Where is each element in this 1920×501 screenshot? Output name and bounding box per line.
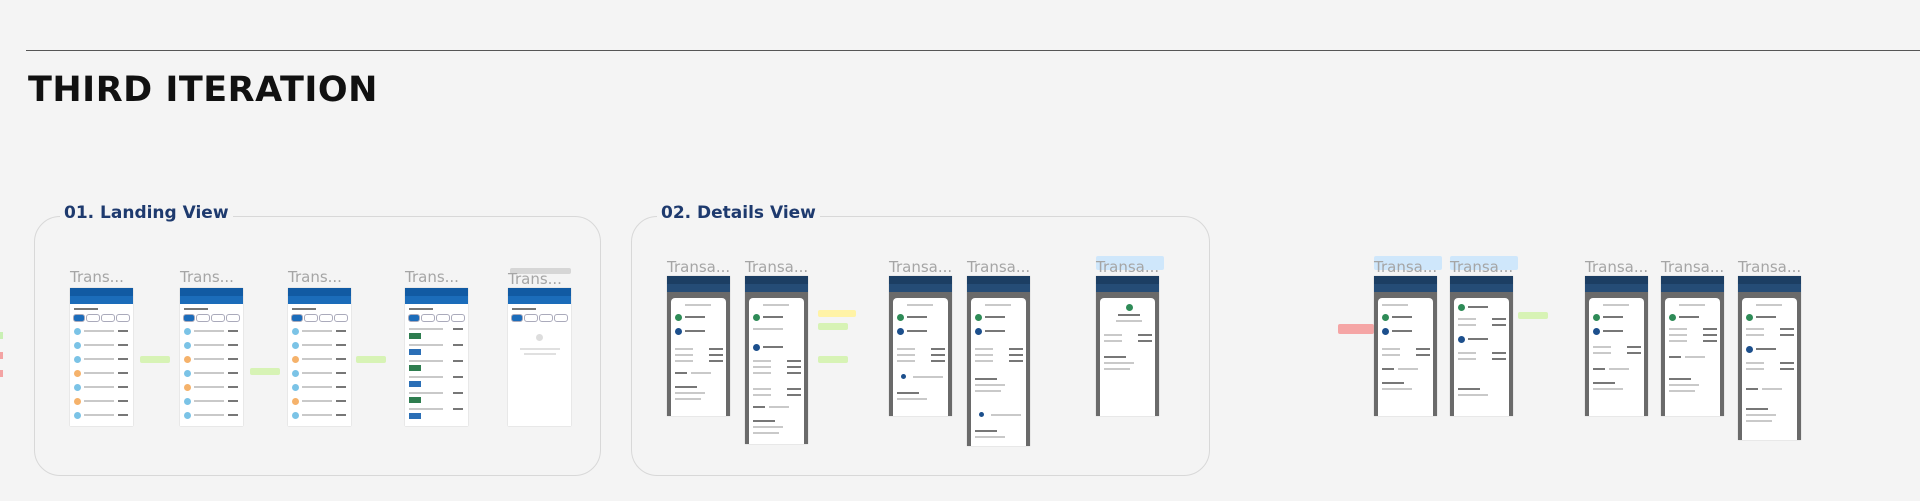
comment-marker[interactable] <box>0 352 3 359</box>
extra-frame-2[interactable] <box>1450 276 1513 416</box>
section-title-details: 02. Details View <box>657 203 820 223</box>
frame-label: Transa... <box>1096 258 1160 276</box>
extra-frame-4[interactable] <box>1661 276 1724 416</box>
frame-label: Transa... <box>1661 258 1725 276</box>
frame-label: Transa... <box>745 258 809 276</box>
section-title-landing: 01. Landing View <box>60 203 233 223</box>
frame-label: Trans... <box>70 268 124 286</box>
frame-label: Trans... <box>288 268 342 286</box>
frame-label: Transa... <box>1374 258 1438 276</box>
details-frame-2[interactable] <box>745 276 808 444</box>
frame-label: Trans... <box>405 268 459 286</box>
details-frame-5[interactable] <box>1096 276 1159 416</box>
frame-label: Transa... <box>1585 258 1649 276</box>
landing-frame-empty[interactable] <box>508 288 571 426</box>
comment-note[interactable] <box>818 356 848 363</box>
comment-note[interactable] <box>818 310 856 317</box>
frame-label: Transa... <box>667 258 731 276</box>
extra-frame-5[interactable] <box>1738 276 1801 440</box>
comment-note[interactable] <box>818 323 848 330</box>
details-frame-3[interactable] <box>889 276 952 416</box>
frame-label: Transa... <box>889 258 953 276</box>
frame-label: Transa... <box>967 258 1031 276</box>
details-frame-1[interactable] <box>667 276 730 416</box>
extra-frame-1[interactable] <box>1374 276 1437 416</box>
extra-frame-3[interactable] <box>1585 276 1648 416</box>
frame-label: Transa... <box>1450 258 1514 276</box>
details-frame-4[interactable] <box>967 276 1030 446</box>
landing-frame-3[interactable] <box>288 288 351 426</box>
page-title: THIRD ITERATION <box>28 70 378 110</box>
comment-marker[interactable] <box>0 332 3 339</box>
landing-frame-2[interactable] <box>180 288 243 426</box>
comment-note[interactable] <box>1338 324 1374 334</box>
comment-note[interactable] <box>140 356 170 363</box>
comment-marker[interactable] <box>0 370 3 377</box>
frame-label: Trans... <box>180 268 234 286</box>
frame-label: Trans... <box>508 270 562 288</box>
comment-note[interactable] <box>1518 312 1548 319</box>
top-divider <box>26 50 1920 51</box>
landing-frame-1[interactable] <box>70 288 133 426</box>
frame-label: Transa... <box>1738 258 1802 276</box>
comment-note[interactable] <box>356 356 386 363</box>
comment-note[interactable] <box>250 368 280 375</box>
landing-frame-4[interactable] <box>405 288 468 426</box>
